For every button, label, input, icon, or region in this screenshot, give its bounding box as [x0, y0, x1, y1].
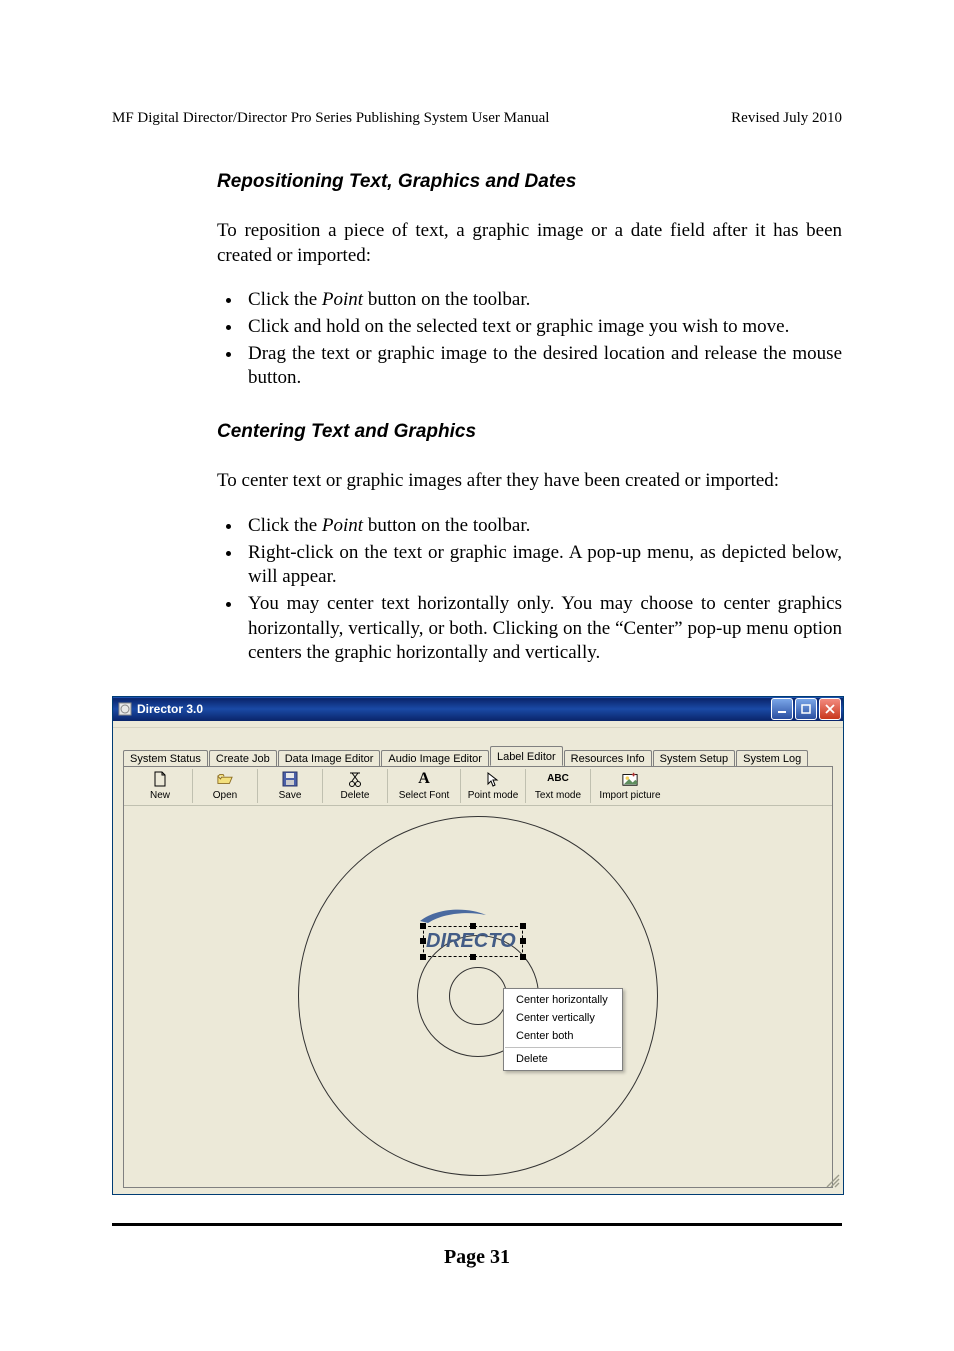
tab-system-setup[interactable]: System Setup — [653, 750, 735, 767]
footer-divider — [112, 1223, 842, 1226]
toolbar: New Open Save — [124, 767, 832, 806]
menu-delete[interactable]: Delete — [504, 1050, 622, 1068]
app-title: Director 3.0 — [137, 702, 771, 716]
menubar — [113, 721, 843, 728]
app-icon — [117, 701, 133, 717]
text-mode-icon: ABC — [550, 771, 566, 787]
page-header: MF Digital Director/Director Pro Series … — [112, 110, 842, 127]
resize-grip-icon[interactable] — [826, 1174, 840, 1191]
tab-strip: System Status Create Job Data Image Edit… — [123, 746, 833, 766]
bullet-item: Click and hold on the selected text or g… — [243, 315, 842, 340]
tab-body: New Open Save — [123, 766, 833, 1188]
tool-new[interactable]: New — [128, 769, 193, 803]
close-button[interactable] — [819, 698, 841, 720]
page-number: Page 31 — [112, 1246, 842, 1269]
bullet-item: You may center text horizontally only. Y… — [243, 592, 842, 666]
section1-bullets: Click the Point button on the toolbar. C… — [217, 288, 842, 391]
tool-open[interactable]: Open — [193, 769, 258, 803]
bullet-item: Right-click on the text or graphic image… — [243, 541, 842, 590]
section2-bullets: Click the Point button on the toolbar. R… — [217, 514, 842, 666]
tool-import-picture[interactable]: Import picture — [591, 769, 669, 803]
tool-delete[interactable]: Delete — [323, 769, 388, 803]
text-label-object[interactable]: DIRECTO — [423, 926, 523, 957]
menu-center-vertically[interactable]: Center vertically — [504, 1009, 622, 1027]
header-right: Revised July 2010 — [731, 110, 842, 127]
tab-create-job[interactable]: Create Job — [209, 750, 277, 767]
bullet-item: Drag the text or graphic image to the de… — [243, 342, 842, 391]
titlebar: Director 3.0 — [113, 697, 843, 721]
tab-label-editor[interactable]: Label Editor — [490, 746, 563, 766]
import-picture-icon — [622, 771, 638, 787]
tool-text-mode[interactable]: ABC Text mode — [526, 769, 591, 803]
new-icon — [152, 771, 168, 787]
section-heading-repositioning: Repositioning Text, Graphics and Dates — [217, 171, 842, 193]
menu-center-both[interactable]: Center both — [504, 1027, 622, 1045]
tool-point-mode[interactable]: Point mode — [461, 769, 526, 803]
tool-save[interactable]: Save — [258, 769, 323, 803]
app-window: Director 3.0 System Status Create Job — [112, 696, 844, 1195]
bullet-item: Click the Point button on the toolbar. — [243, 514, 842, 539]
header-left: MF Digital Director/Director Pro Series … — [112, 110, 549, 127]
tab-resources-info[interactable]: Resources Info — [564, 750, 652, 767]
font-icon: A — [416, 771, 432, 787]
section-heading-centering: Centering Text and Graphics — [217, 421, 842, 443]
menu-center-horizontally[interactable]: Center horizontally — [504, 991, 622, 1009]
pointer-icon — [485, 771, 501, 787]
swoosh-graphic — [418, 907, 488, 925]
maximize-button[interactable] — [795, 698, 817, 720]
open-icon — [217, 771, 233, 787]
menu-separator — [505, 1047, 621, 1048]
tab-system-log[interactable]: System Log — [736, 750, 808, 767]
tool-select-font[interactable]: A Select Font — [388, 769, 461, 803]
context-menu: Center horizontally Center vertically Ce… — [503, 988, 623, 1071]
disc-hub — [449, 967, 507, 1025]
minimize-button[interactable] — [771, 698, 793, 720]
section1-intro: To reposition a piece of text, a graphic… — [217, 219, 842, 268]
delete-icon — [347, 771, 363, 787]
tab-audio-image-editor[interactable]: Audio Image Editor — [381, 750, 489, 767]
save-icon — [282, 771, 298, 787]
section2-intro: To center text or graphic images after t… — [217, 469, 842, 494]
bullet-item: Click the Point button on the toolbar. — [243, 288, 842, 313]
label-canvas[interactable]: DIRECTO — [124, 806, 832, 1186]
tab-system-status[interactable]: System Status — [123, 750, 208, 767]
tab-data-image-editor[interactable]: Data Image Editor — [278, 750, 381, 767]
